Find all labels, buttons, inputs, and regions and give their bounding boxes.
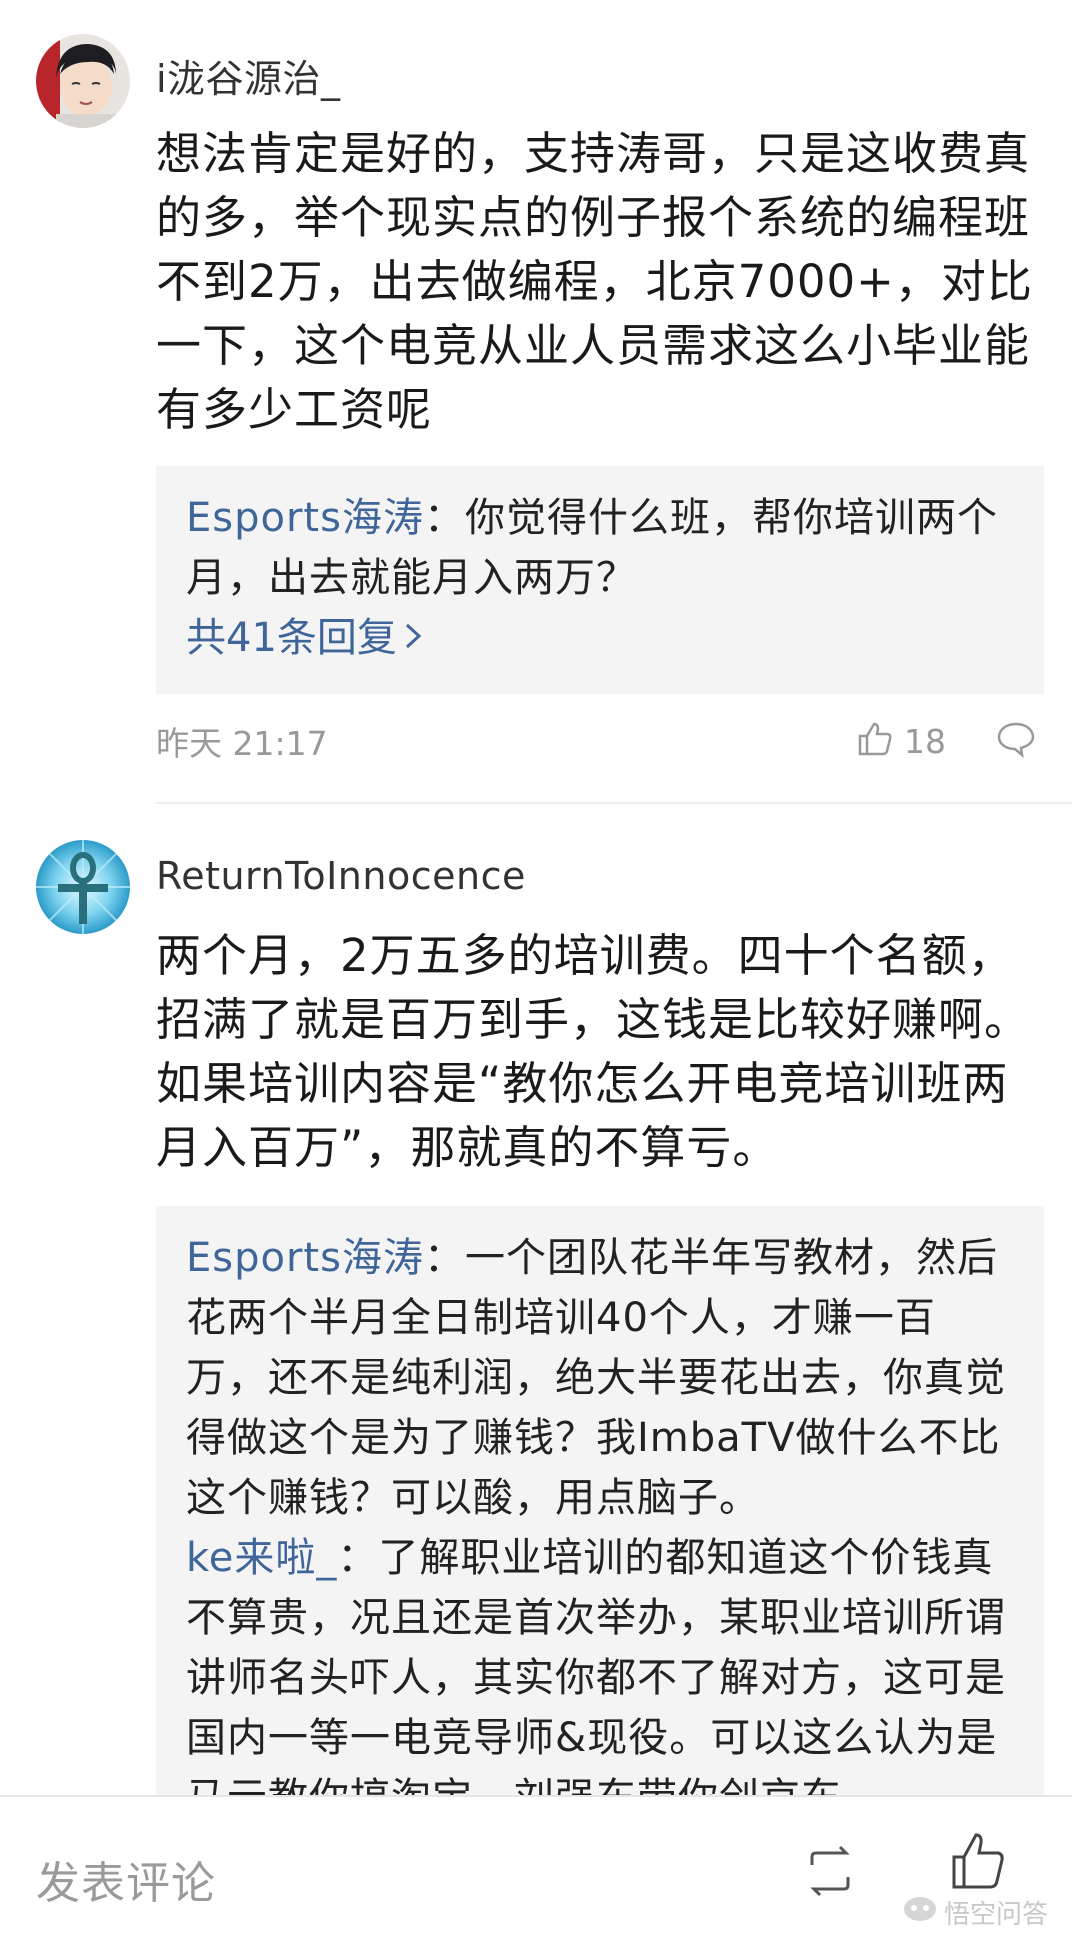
reply-item: Esports海涛：你觉得什么班，帮你培训两个月，出去就能月入两万？ xyxy=(186,488,1016,608)
reply-separator: ： xyxy=(423,1235,465,1281)
username[interactable]: ReturnToInnocence xyxy=(156,854,526,898)
reply-box[interactable]: Esports海涛：你觉得什么班，帮你培训两个月，出去就能月入两万？ 共41条回… xyxy=(156,466,1044,694)
username[interactable]: i泷谷源治_ xyxy=(156,48,341,103)
more-replies-label: 共41条回复 xyxy=(186,615,397,661)
avatar[interactable] xyxy=(36,34,130,128)
watermark-text: 悟空问答 xyxy=(943,1900,1048,1930)
bottom-bar: 发表评论 悟空问答 xyxy=(0,1795,1072,1947)
reply-item: Esports海涛：一个团队花半年写教材，然后花两个半月全日制培训40个人，才赚… xyxy=(186,1228,1016,1528)
wukong-logo-icon xyxy=(902,1894,938,1931)
chevron-right-icon xyxy=(403,608,423,668)
reply-author[interactable]: ke来啦_ xyxy=(186,1535,337,1581)
comment-meta: 昨天 21:17 18 xyxy=(156,716,1036,766)
reply-item: ke来啦_：了解职业培训的都知道这个价钱真不算贵，况且还是首次举办，某职业培训所… xyxy=(186,1528,1016,1795)
watermark: 悟空问答 xyxy=(902,1894,1048,1931)
avatar[interactable] xyxy=(36,840,130,934)
comment-text: 两个月，2万五多的培训费。四十个名额，招满了就是百万到手，这钱是比较好赚啊。如果… xyxy=(156,929,1031,1174)
comment-divider xyxy=(156,802,1072,804)
share-icon[interactable] xyxy=(800,1843,860,1903)
more-replies-link[interactable]: 共41条回复 xyxy=(186,608,1016,668)
thumb-up-icon[interactable] xyxy=(856,720,894,762)
timestamp: 昨天 21:17 xyxy=(156,724,328,763)
like-icon[interactable] xyxy=(948,1827,1008,1897)
reply-author[interactable]: Esports海涛 xyxy=(186,1235,424,1281)
reply-author[interactable]: Esports海涛 xyxy=(186,495,424,541)
like-count: 18 xyxy=(904,721,946,761)
comment-actions: 18 xyxy=(856,720,1036,762)
comment-input[interactable]: 发表评论 xyxy=(36,1847,216,1911)
comment-bubble-icon[interactable] xyxy=(996,720,1036,762)
reply-separator: ： xyxy=(337,1535,379,1581)
comment-text: 想法肯定是好的，支持涛哥，只是这收费真的多，举个现实点的例子报个系统的编程班不到… xyxy=(156,127,1033,436)
reply-separator: ： xyxy=(423,495,465,541)
reply-box[interactable]: Esports海涛：一个团队花半年写教材，然后花两个半月全日制培训40个人，才赚… xyxy=(156,1206,1044,1795)
